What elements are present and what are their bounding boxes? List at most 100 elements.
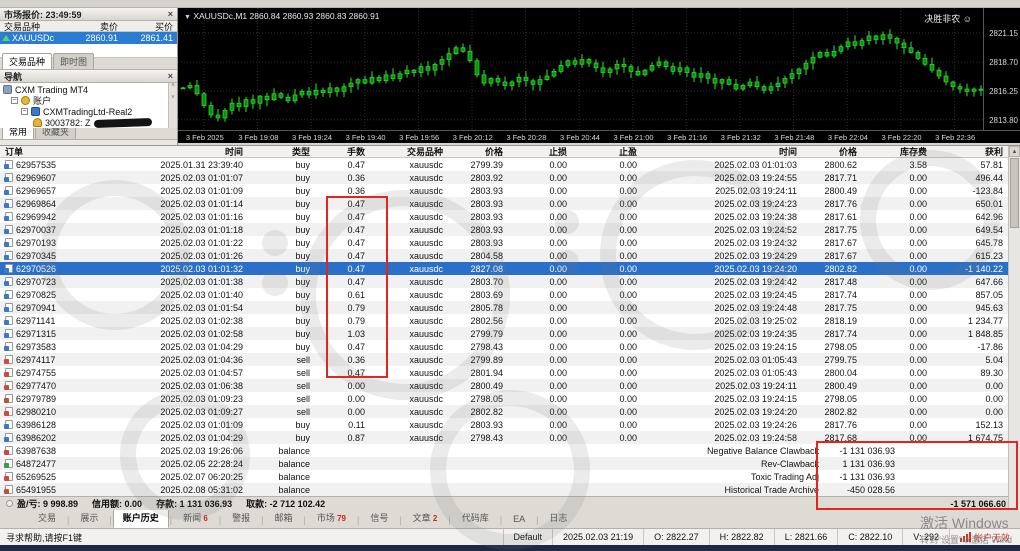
profit: 1 848.85 [967,328,1003,339]
tab-12[interactable]: 日志 [539,508,577,528]
price-up-icon [2,35,10,41]
column-symbol[interactable]: 交易品种 [0,20,70,33]
market-watch-tabs: 交易品种 即时图 [0,53,177,70]
column-header-ctime[interactable]: 时间 [642,145,802,158]
symbol: xauusdc [409,198,443,209]
scroll-up-icon[interactable]: ▲ [1009,146,1020,157]
table-row[interactable]: 62973583 2025.02.03 01:04:29 buy 0.47 xauusd… [0,340,1020,353]
table-row[interactable]: 62970526 2025.02.03 01:01:32 buy 0.47 xauusd… [0,262,1020,275]
tab-5[interactable]: 警报 [222,508,260,528]
column-header-tp[interactable]: 止盈 [572,145,642,158]
lots: 0.79 [347,302,365,313]
table-row[interactable]: 62969864 2025.02.03 01:01:14 buy 0.47 xauusd… [0,197,1020,210]
table-row[interactable]: 63986128 2025.02.03 01:01:09 buy 0.11 xauusd… [0,418,1020,431]
collapse-icon[interactable]: − [21,108,28,115]
table-row[interactable]: 62969607 2025.02.03 01:01:07 buy 0.36 xauusd… [0,171,1020,184]
column-bid[interactable]: 卖价 [70,20,122,33]
tab-tick-chart[interactable]: 即时图 [53,53,95,69]
tab-11[interactable]: EA [503,511,535,528]
table-row[interactable]: 62969657 2025.02.03 01:01:09 buy 0.36 xauusd… [0,184,1020,197]
take-profit: 0.00 [619,328,637,339]
close-time: 2025.02.03 01:01:03 [714,159,797,170]
column-header-lots[interactable]: 手数 [315,145,370,158]
scrollbar-thumb[interactable] [1010,158,1019,228]
stop-loss: 0.00 [549,289,567,300]
column-ask[interactable]: 买价 [122,20,177,33]
table-row[interactable]: 62969942 2025.02.03 01:01:16 buy 0.47 xauusd… [0,210,1020,223]
table-row[interactable]: 62970941 2025.02.03 01:01:54 buy 0.79 xauusd… [0,301,1020,314]
tree-item-server[interactable]: − CXMTradingLtd-Real2 [3,106,177,117]
history-scrollbar[interactable]: ▲ [1008,146,1020,510]
tab-8[interactable]: 信号 [360,508,398,528]
table-row[interactable]: 62970345 2025.02.03 01:01:26 buy 0.47 xauusd… [0,249,1020,262]
table-row[interactable]: 63987638 2025.02.03 19:26:06 balance Negati… [0,444,1020,457]
open-price: 2803.93 [470,224,503,235]
status-connection[interactable]: 帐户无效 [948,529,1020,545]
summary-deposit: 存款: 1 131 036.93 [156,499,233,509]
table-row[interactable]: 62971315 2025.02.03 01:02:58 buy 1.03 xauusd… [0,327,1020,340]
table-row[interactable]: 64872477 2025.02.05 22:28:24 balance Rev-Cl… [0,457,1020,470]
close-icon[interactable]: × [168,71,173,81]
account-server-icon [31,107,40,116]
tab-9[interactable]: 文章 2 [403,508,448,528]
market-watch-header: 交易品种 卖价 买价 [0,21,177,32]
open-price: 2803.93 [470,419,503,430]
tab-7[interactable]: 市场 79 [307,508,356,528]
open-price: 2803.93 [470,185,503,196]
symbol: xauusdc [409,432,443,443]
open-price: 2799.79 [470,328,503,339]
close-time: 2025.02.03 19:24:20 [714,406,797,417]
column-header-sym[interactable]: 交易品种 [370,145,448,158]
connection-status-text: 帐户无效 [973,532,1010,543]
column-header-cprice[interactable]: 价格 [802,145,862,158]
take-profit: 0.00 [619,315,637,326]
collapse-icon[interactable]: − [11,97,18,104]
column-header-otime[interactable]: 时间 [92,145,248,158]
close-icon[interactable]: × [168,9,173,19]
open-time: 2025.02.03 01:06:38 [160,380,243,391]
tab-3[interactable]: 账户历史 [112,508,169,528]
chart-panel[interactable]: ▼ XAUUSDc,M1 2860.84 2860.93 2860.83 286… [178,8,1020,143]
table-row[interactable]: 62970723 2025.02.03 01:01:38 buy 0.47 xauusd… [0,275,1020,288]
table-row[interactable]: 62970825 2025.02.03 01:01:40 buy 0.61 xauusd… [0,288,1020,301]
table-row[interactable]: 63986202 2025.02.03 01:04:29 buy 0.87 xauusd… [0,431,1020,444]
table-row[interactable]: 65491955 2025.02.08 05:31:02 balance Histor… [0,483,1020,496]
table-row[interactable]: 65269525 2025.02.07 06:20:25 balance Toxic … [0,470,1020,483]
table-row[interactable]: 62970037 2025.02.03 01:01:18 buy 0.47 xauusd… [0,223,1020,236]
price-axis[interactable]: 2821.15 2818.70 2816.25 2813.80 [983,8,1020,130]
open-price: 2798.43 [470,341,503,352]
column-header-oprice[interactable]: 价格 [448,145,508,158]
open-time: 2025.02.03 01:01:14 [160,198,243,209]
tab-4[interactable]: 新闻 6 [173,508,218,528]
tree-item-accounts[interactable]: − 账户 [3,95,177,106]
table-row[interactable]: 62979789 2025.02.03 01:09:23 sell 0.00 xauus… [0,392,1020,405]
tab-symbols[interactable]: 交易品种 [2,53,53,69]
column-header-order[interactable]: 订单 [0,145,92,158]
column-header-type[interactable]: 类型 [248,145,315,158]
table-row[interactable]: 62980210 2025.02.03 01:09:27 sell 0.00 xauus… [0,405,1020,418]
column-header-sl[interactable]: 止损 [508,145,572,158]
terminal-tabs-bar: 交易 | 展示 | 账户历史 | 新闻 6 | 警报 | 邮箱 | 市场 79 | 信号 | 文章 2 | 代码库 |… [0,508,1020,528]
table-row[interactable]: 62974755 2025.02.03 01:04:57 sell 0.47 xauus… [0,366,1020,379]
tab-1[interactable]: 交易 [28,508,66,528]
tab-10[interactable]: 代码库 [452,508,499,528]
profit: 1 674.75 [967,432,1003,443]
table-row[interactable]: 62957535 2025.01.31 23:39:40 buy 0.47 xauusd… [0,158,1020,171]
table-row[interactable]: 62971141 2025.02.03 01:02:38 buy 0.79 xauusd… [0,314,1020,327]
table-row[interactable]: 62970193 2025.02.03 01:01:22 buy 0.47 xauusd… [0,236,1020,249]
tree-item-account-number[interactable]: 3003782: Z [3,117,177,128]
tree-item-platform[interactable]: CXM Trading MT4 [3,84,177,95]
navigator-scrollbar[interactable]: ˄ ˅ [168,83,177,128]
market-watch-row-xauusdc[interactable]: XAUUSDc 2860.91 2861.41 [0,32,177,44]
tab-2[interactable]: 展示 [70,508,108,528]
column-header-profit[interactable]: 获利 [932,145,1008,158]
table-row[interactable]: 62977470 2025.02.03 01:06:38 sell 0.00 xauus… [0,379,1020,392]
table-row[interactable]: 62974117 2025.02.03 01:04:36 sell 0.36 xauus… [0,353,1020,366]
chevron-down-icon[interactable]: ▼ [184,14,191,21]
open-time: 2025.02.03 01:01:09 [160,185,243,196]
column-header-swap[interactable]: 库存费 [862,145,932,158]
tab-6[interactable]: 邮箱 [264,508,302,528]
time-axis[interactable]: 3 Feb 2025 3 Feb 19:08 3 Feb 19:24 3 Feb 19… [178,130,1020,143]
status-profile[interactable]: Default [502,529,553,545]
candlestick-chart[interactable] [178,8,983,130]
